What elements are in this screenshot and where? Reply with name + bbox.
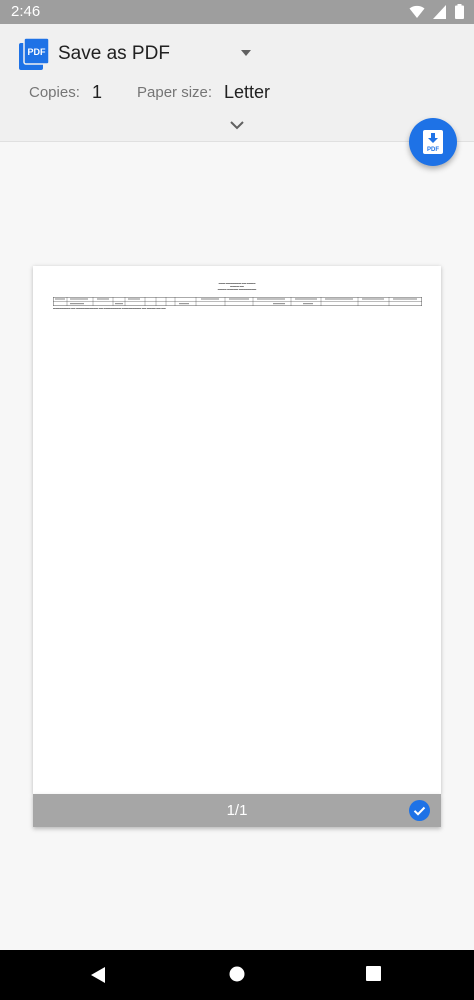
chevron-down-icon[interactable] bbox=[228, 118, 246, 132]
back-icon[interactable] bbox=[90, 966, 106, 984]
home-icon[interactable] bbox=[229, 966, 245, 982]
doc-title-line: ▬▬▬▬ ▬▬▬▬▬ ▬▬▬▬▬▬▬▬ bbox=[217, 289, 257, 291]
doc-title-line: ▬▬▬ ▬▬▬▬▬▬▬ ▬▬ ▬▬▬▬ bbox=[218, 283, 256, 285]
paper-size-label: Paper size: bbox=[137, 84, 213, 101]
battery-icon bbox=[455, 4, 464, 19]
doc-title-line: ▬▬▬▬ ▬▬ bbox=[230, 286, 244, 288]
status-time: 2:46 bbox=[11, 3, 41, 20]
pdf-download-icon: PDF bbox=[423, 130, 443, 154]
document-table bbox=[53, 297, 422, 306]
recents-icon[interactable] bbox=[366, 966, 381, 981]
wifi-icon bbox=[409, 5, 425, 18]
copies-value[interactable]: 1 bbox=[92, 82, 102, 103]
pdf-file-icon: PDF bbox=[19, 38, 49, 70]
paper-size-value[interactable]: Letter bbox=[224, 82, 270, 103]
svg-text:PDF: PDF bbox=[28, 47, 47, 57]
checkmark-icon[interactable] bbox=[409, 800, 430, 821]
print-options-header: PDF Save as PDF Copies: 1 Paper size: Le… bbox=[0, 24, 474, 142]
cell-signal-icon bbox=[433, 4, 446, 19]
page-footer-bar[interactable]: 1/1 bbox=[33, 794, 441, 827]
copies-label: Copies: bbox=[29, 84, 80, 101]
status-bar: 2:46 bbox=[0, 0, 474, 24]
download-pdf-button[interactable]: PDF bbox=[409, 118, 457, 166]
doc-footer-line: ▬▬▬▬▬▬▬▬ ▬▬ ▬▬▬▬▬▬▬▬▬▬ ▬▬ ▬▬▬▬▬▬▬▬ ▬▬▬▬▬… bbox=[53, 308, 166, 310]
dropdown-arrow-icon[interactable] bbox=[238, 46, 254, 60]
status-icons bbox=[409, 4, 464, 19]
page-counter: 1/1 bbox=[226, 802, 248, 819]
page-preview[interactable]: ▬▬▬ ▬▬▬▬▬▬▬ ▬▬ ▬▬▬▬ ▬▬▬▬ ▬▬ ▬▬▬▬ ▬▬▬▬▬ ▬… bbox=[33, 266, 441, 794]
printer-name[interactable]: Save as PDF bbox=[58, 43, 170, 65]
navigation-bar bbox=[0, 950, 474, 1000]
svg-text:PDF: PDF bbox=[427, 147, 439, 153]
